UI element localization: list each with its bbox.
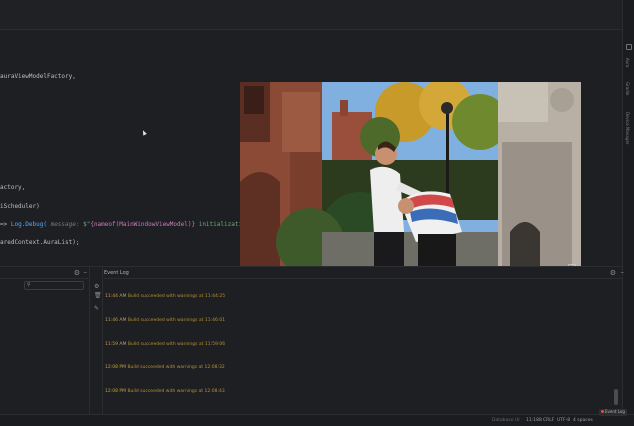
log-entry: 11:59 AM Build succeeded with warnings a… [105, 342, 225, 347]
search-icon: ⚲ [27, 282, 31, 288]
pin-icon[interactable]: ✎ [94, 305, 99, 312]
stripe-label-aura[interactable]: Aura [625, 58, 630, 67]
minimize-icon[interactable]: – [621, 268, 625, 276]
right-tool-stripe: Aura Gradle Device Manager [622, 0, 634, 414]
status-position[interactable]: 11:188 [526, 418, 542, 423]
status-bar: Database UI 11:188 CRLF UTF-8 4 spaces [0, 414, 634, 426]
log-time: 11:44 AM [105, 294, 127, 299]
status-encoding[interactable]: UTF-8 [557, 418, 570, 423]
search-input[interactable]: ⚲ [24, 281, 84, 290]
status-indent[interactable]: 4 spaces [573, 418, 593, 423]
video-overlay[interactable] [240, 82, 581, 274]
log-entry: 11:46 AM Build succeeded with warnings a… [105, 318, 225, 323]
code-line: aredContext.AuraList); [0, 239, 80, 246]
log-message[interactable]: Build succeeded with warnings at 11:59:0… [128, 342, 225, 347]
log-message[interactable]: Build succeeded with warnings at 12:08:4… [127, 389, 224, 394]
log-entry: 12:08 PM Build succeeded with warnings a… [105, 389, 225, 394]
code-line: actory, [0, 184, 26, 191]
status-database[interactable]: Database UI [492, 418, 520, 423]
event-log-badge-label: Event Log [605, 409, 625, 414]
code-prefix: => [0, 221, 11, 228]
bottom-panel: ⚙ – ⚲ ⚙ 🗑 ✎ ⚙ – Event Log 11:44 AM Build… [0, 266, 625, 415]
left-pane-header: ⚙ – [0, 267, 88, 279]
scrollbar-thumb[interactable] [614, 389, 618, 405]
event-log-header: ⚙ – [104, 267, 625, 279]
log-time: 11:46 AM [105, 318, 127, 323]
code-template: {nameof(MainWindowViewModel)} [90, 221, 196, 228]
minimize-icon[interactable]: – [84, 268, 88, 276]
code-call: Log.Debug( [10, 221, 47, 228]
event-log-title: Event Log [104, 270, 129, 276]
error-dot-icon [601, 410, 604, 413]
event-log-badge[interactable]: Event Log [599, 409, 627, 416]
log-time: 12:08 PM [105, 389, 126, 394]
log-time: 12:08 PM [105, 365, 126, 370]
status-line-ending[interactable]: CRLF [543, 418, 554, 423]
top-toolbar [0, 0, 622, 30]
param-hint: message: [46, 221, 84, 228]
tool-window-icon[interactable] [626, 44, 632, 50]
log-entry: 11:44 AM Build succeeded with warnings a… [105, 294, 225, 299]
stripe-label-gradle[interactable]: Gradle [625, 82, 630, 95]
ide-window: Aura Gradle Device Manager auraViewModel… [0, 0, 634, 426]
log-message[interactable]: Build succeeded with warnings at 11:46:0… [128, 318, 225, 323]
delete-icon[interactable]: 🗑 [94, 292, 102, 299]
gear-icon[interactable]: ⚙ [610, 269, 616, 277]
code-line-log-debug: => Log.Debug( message: $"{nameof(MainWin… [0, 221, 249, 228]
log-message[interactable]: Build succeeded with warnings at 12:08:3… [127, 365, 224, 370]
settings-icon[interactable]: ⚙ [94, 283, 99, 290]
stripe-label-device-manager[interactable]: Device Manager [625, 112, 630, 144]
event-log-gutter: ⚙ 🗑 ✎ [89, 267, 103, 415]
code-line: iScheduler) [0, 203, 40, 210]
video-frame [240, 82, 581, 274]
log-time: 11:59 AM [105, 342, 127, 347]
log-message[interactable]: Build succeeded with warnings at 11:44:2… [128, 294, 225, 299]
code-line: auraViewModelFactory, [0, 73, 76, 80]
log-entry: 12:08 PM Build succeeded with warnings a… [105, 365, 225, 370]
gear-icon[interactable]: ⚙ [74, 269, 80, 277]
